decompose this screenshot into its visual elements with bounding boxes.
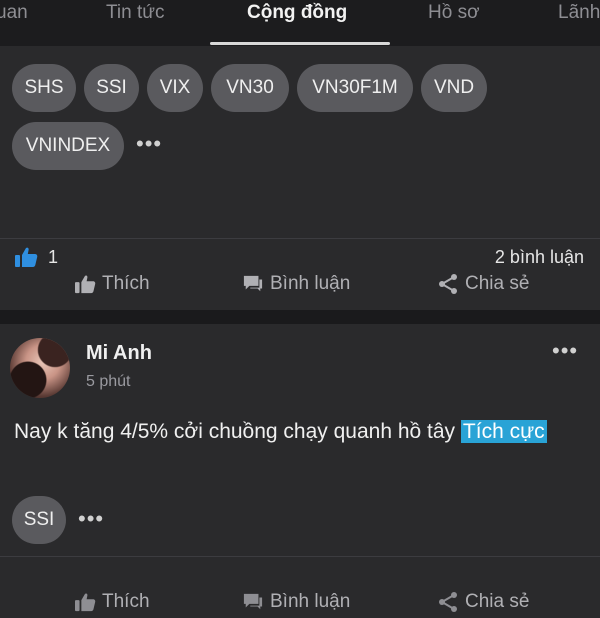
- comment-icon: [243, 275, 263, 292]
- share-button-label: Chia sẻ: [465, 591, 530, 612]
- divider: [0, 238, 600, 239]
- tag-chip[interactable]: VIX: [147, 64, 203, 112]
- comment-button[interactable]: Bình luận: [242, 586, 350, 618]
- post-body-text: Nay k tăng 4/5% cởi chuồng chạy quanh hồ…: [14, 420, 456, 443]
- avatar[interactable]: [10, 338, 70, 398]
- like-button-label: Thích: [102, 591, 150, 612]
- tag-chip[interactable]: SSI: [12, 496, 66, 544]
- like-summary: 1: [14, 244, 58, 270]
- post-time: 5 phút: [86, 373, 131, 390]
- like-button[interactable]: Thích: [74, 586, 150, 618]
- tab-leaders[interactable]: Lãnh: [558, 0, 600, 26]
- tag-chip[interactable]: VN30F1M: [297, 64, 413, 112]
- post-card: SHS SSI VIX VN30 VN30F1M VND VNINDEX •••…: [0, 46, 600, 310]
- author-name[interactable]: Mi Anh: [86, 342, 152, 365]
- post-content: Nay k tăng 4/5% cởi chuồng chạy quanh hồ…: [14, 418, 589, 445]
- tab-news[interactable]: Tin tức: [106, 0, 164, 26]
- divider: [0, 556, 600, 557]
- post-separator: [0, 310, 600, 324]
- like-count: 1: [48, 246, 59, 267]
- top-tab-bar: uan Tin tức Cộng đồng Hồ sơ Lãnh: [0, 0, 600, 46]
- comment-button-label: Bình luận: [270, 273, 351, 294]
- tab-community[interactable]: Cộng đồng: [247, 0, 347, 26]
- share-button[interactable]: Chia sẻ: [437, 586, 529, 618]
- comment-count-link[interactable]: 2 bình luận: [495, 244, 584, 270]
- share-icon: [439, 592, 457, 612]
- tag-chip[interactable]: VND: [421, 64, 487, 112]
- share-icon: [439, 274, 457, 294]
- thumbs-up-icon: [75, 275, 96, 294]
- post-options-icon[interactable]: •••: [552, 340, 578, 362]
- tag-chip[interactable]: SSI: [84, 64, 139, 112]
- thumbs-up-icon: [15, 247, 38, 267]
- share-button[interactable]: Chia sẻ: [437, 268, 529, 300]
- comment-button-label: Bình luận: [270, 591, 351, 612]
- tag-chip[interactable]: VNINDEX: [12, 122, 124, 170]
- comment-button[interactable]: Bình luận: [242, 268, 350, 300]
- tab-quan[interactable]: uan: [0, 0, 28, 26]
- active-tab-indicator: [210, 42, 390, 45]
- comment-icon: [243, 593, 263, 610]
- sentiment-tag: Tích cực: [460, 420, 547, 443]
- thumbs-up-icon: [75, 593, 96, 612]
- tag-chip[interactable]: VN30: [211, 64, 289, 112]
- share-button-label: Chia sẻ: [465, 273, 530, 294]
- like-button[interactable]: Thích: [74, 268, 150, 300]
- ellipsis-icon[interactable]: •••: [78, 508, 104, 530]
- tab-profile[interactable]: Hồ sơ: [428, 0, 480, 26]
- post-actions-bar: Thích Bình luận Chia sẻ: [0, 586, 600, 616]
- ellipsis-icon[interactable]: •••: [136, 133, 162, 155]
- tag-chip[interactable]: SHS: [12, 64, 76, 112]
- like-button-label: Thích: [102, 273, 150, 294]
